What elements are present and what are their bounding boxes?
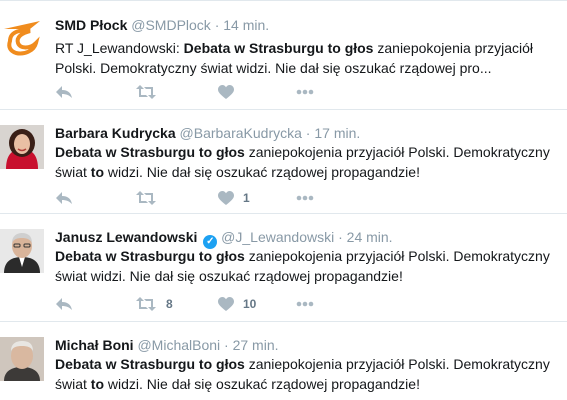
avatar-janusz-lewandowski[interactable] [0,229,44,273]
reply-button[interactable] [55,188,73,208]
tweet-header: Barbara Kudrycka @BarbaraKudrycka · 17 m… [55,124,360,142]
tweet-header: Michał Boni @MichalBoni · 27 min. [55,336,279,354]
avatar-barbara-kudrycka[interactable] [0,125,44,169]
heart-icon [218,190,234,205]
more-button[interactable] [296,82,314,102]
divider [0,0,567,1]
avatar-smd-plock[interactable] [0,15,44,59]
display-name[interactable]: Barbara Kudrycka [55,125,176,141]
more-icon [296,301,314,307]
tweet-text-bold: Debata w Strasburgu to głos [55,248,245,264]
tweet-text-bold: Debata w Strasburgu to głos [55,144,245,160]
more-button[interactable] [296,188,314,208]
heart-icon [218,296,234,311]
like-button[interactable]: 1 [218,188,250,208]
tweet-text-bold: Debata w Strasburgu to głos [55,356,245,372]
reply-icon [56,86,72,98]
user-handle[interactable]: @SMDPlock [131,17,211,33]
tweet-text: RT J_Lewandowski: Debata w Strasburgu to… [55,38,560,78]
reply-button[interactable] [55,294,73,314]
reply-button[interactable] [55,82,73,102]
tweet-text-prefix: RT J_Lewandowski: [55,40,184,56]
user-handle[interactable]: @MichalBoni [137,337,220,353]
tweet-michal-boni[interactable]: Michał Boni @MichalBoni · 27 min. Debata… [0,322,567,400]
retweet-icon [136,85,156,99]
retweet-button[interactable] [135,82,166,102]
retweet-icon [136,191,156,205]
tweet-text: Debata w Strasburgu to głos zaniepokojen… [55,354,560,394]
like-button[interactable] [218,82,243,102]
like-button[interactable]: 10 [218,294,256,314]
timestamp[interactable]: 24 min. [347,229,393,245]
separator-dot: · [224,337,229,353]
timestamp[interactable]: 17 min. [314,125,360,141]
retweet-button[interactable]: 8 [135,294,173,314]
more-button[interactable] [296,294,314,314]
separator-dot: · [338,229,343,245]
tweet-text-rest-2: widzi. Nie dał się oszukać rządowej prop… [104,376,420,392]
user-handle[interactable]: @J_Lewandowski [221,229,334,245]
tweet-text-bold: Debata w Strasburgu to głos [183,40,374,56]
separator-dot: · [305,125,311,141]
tweet-header: SMD Płock @SMDPlock · 14 min. [55,16,269,34]
separator-dot: · [214,17,220,33]
display-name[interactable]: Janusz Lewandowski [55,229,197,245]
like-count: 1 [243,191,250,205]
avatar-michal-boni[interactable] [0,337,44,381]
like-count: 10 [243,297,257,311]
retweet-button[interactable] [135,188,166,208]
tweet-text-bold-2: to [90,376,105,392]
display-name[interactable]: SMD Płock [55,17,127,33]
display-name[interactable]: Michał Boni [55,337,134,353]
tweet-text-rest-2: widzi. Nie dał się oszukać rządowej prop… [104,164,420,180]
retweet-count: 8 [166,297,173,311]
tweet-text: Debata w Strasburgu to głos zaniepokojen… [55,246,560,286]
retweet-icon [136,297,156,311]
reply-icon [56,192,72,204]
tweet-barbara-kudrycka[interactable]: Barbara Kudrycka @BarbaraKudrycka · 17 m… [0,110,567,214]
tweet-janusz-lewandowski[interactable]: Janusz Lewandowski ✓ @J_Lewandowski · 24… [0,214,567,322]
more-icon [296,89,314,95]
user-handle[interactable]: @BarbaraKudrycka [180,125,302,141]
heart-icon [218,84,234,99]
tweet-text: Debata w Strasburgu to głos zaniepokojen… [55,142,560,182]
tweet-smd-plock[interactable]: SMD Płock @SMDPlock · 14 min. RT J_Lewan… [0,0,567,110]
tweet-text-bold-2: to [90,164,105,180]
reply-icon [56,298,72,310]
timestamp[interactable]: 14 min. [223,17,269,33]
timestamp[interactable]: 27 min. [233,337,279,353]
more-icon [296,195,314,201]
